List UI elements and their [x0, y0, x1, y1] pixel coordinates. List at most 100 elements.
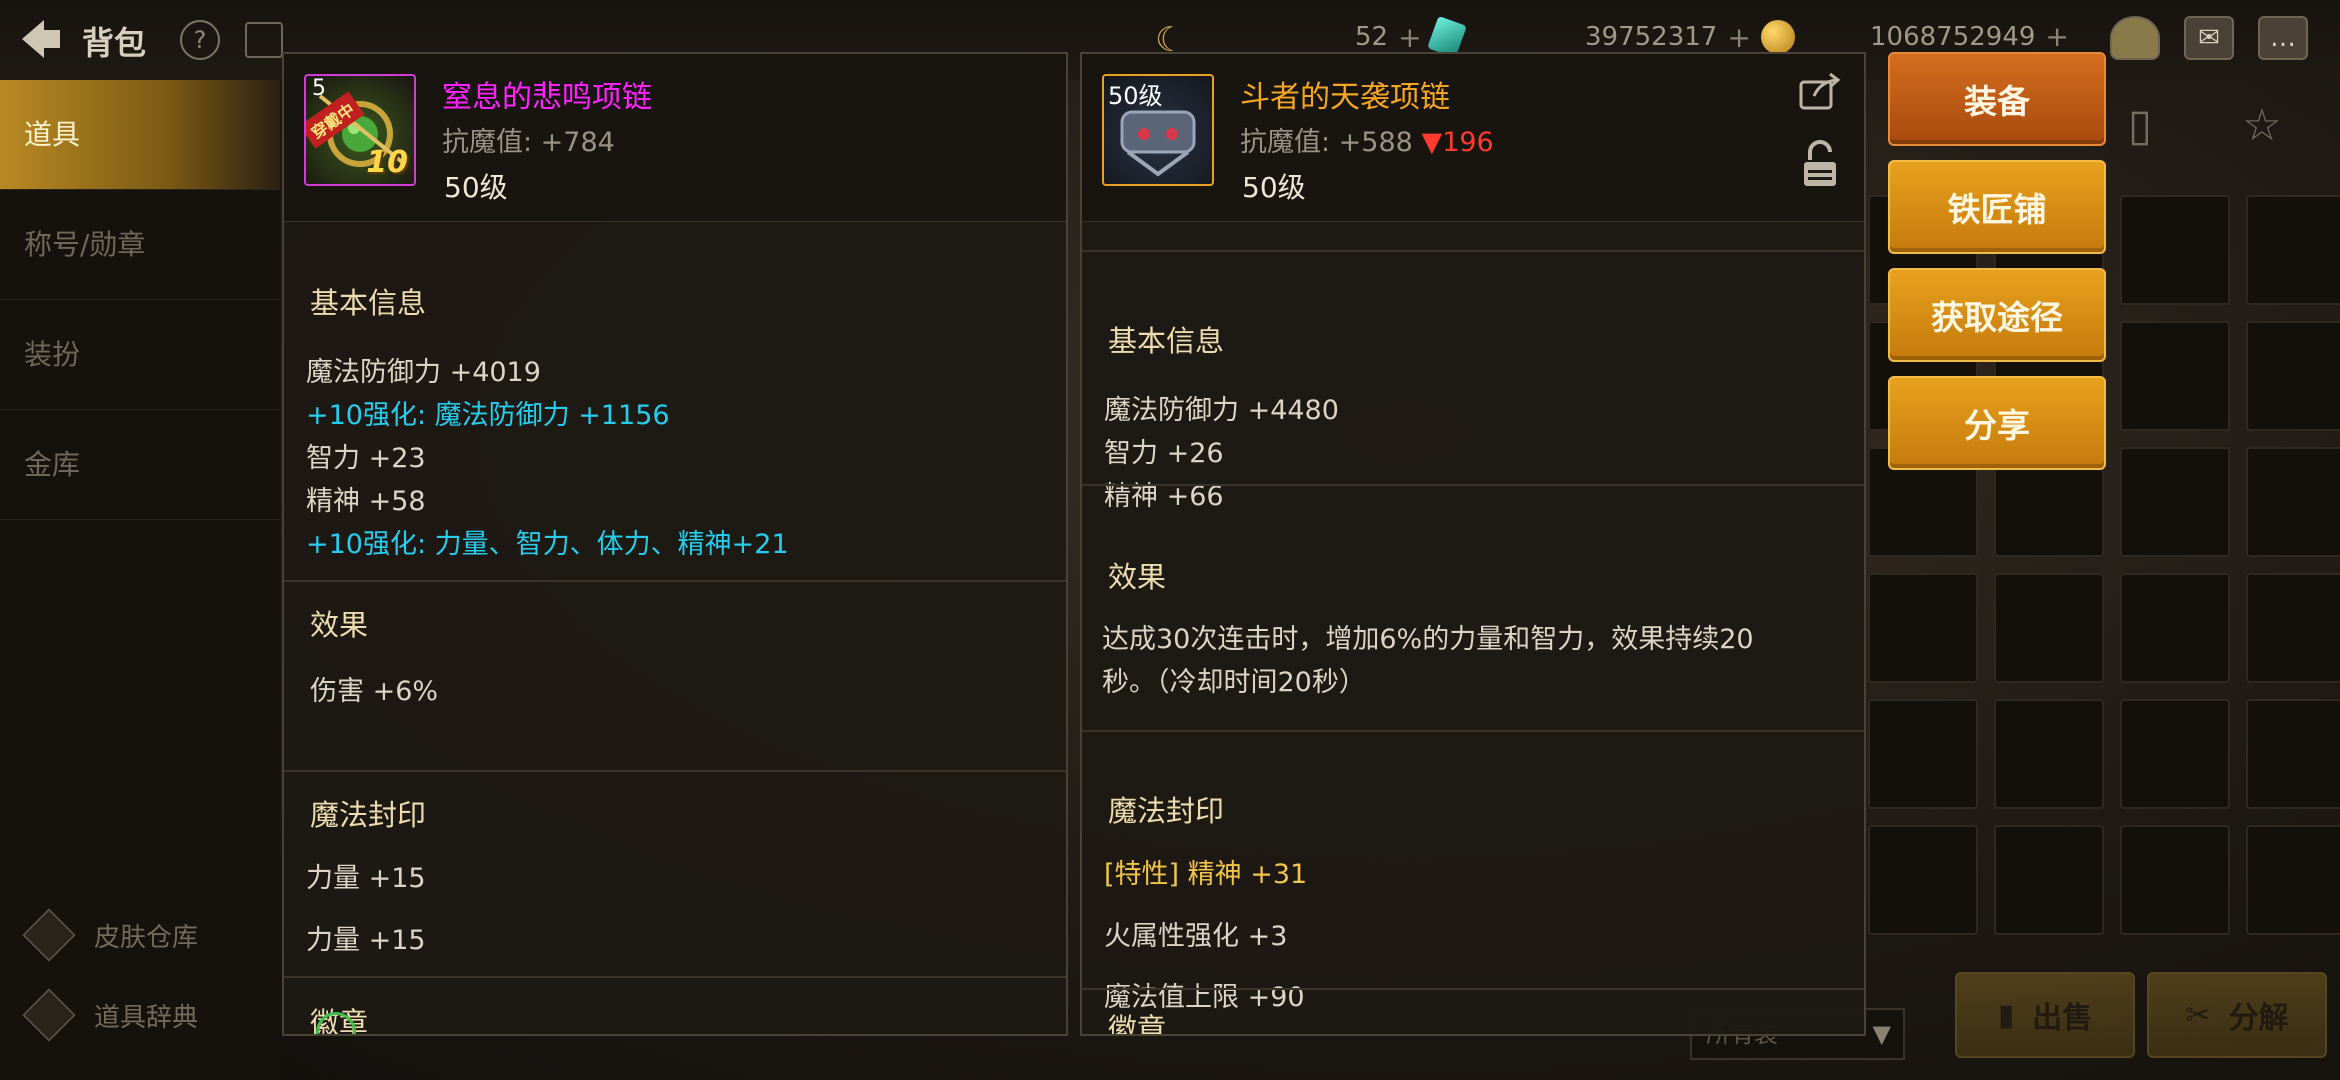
inventory-slot[interactable] [2120, 699, 2230, 809]
effect-section-divider [1082, 484, 1864, 486]
bag-icon[interactable] [2110, 16, 2160, 60]
inventory-slot[interactable] [2246, 573, 2340, 683]
item-icon: 5 穿戴中 10 [304, 74, 416, 186]
help-icon[interactable]: ? [180, 20, 220, 60]
back-arrow-icon[interactable] [14, 14, 64, 64]
inventory-slot[interactable] [2120, 195, 2230, 305]
inventory-slot[interactable] [2246, 195, 2340, 305]
item-name: 窒息的悲鸣项链 [442, 80, 652, 115]
obtain-route-button-label: 获取途径 [1931, 298, 2063, 337]
tooltip-header: 5 穿戴中 10 窒息的悲鸣项链 抗魔值: +784 50级 [284, 54, 1066, 222]
enhance-stat-line: +10强化: 力量、智力、体力、精神+21 [306, 529, 789, 560]
stat-line: 精神 +66 [1104, 481, 1224, 512]
sidebar-item-label: 装扮 [24, 338, 81, 371]
inventory-slot[interactable] [2120, 573, 2230, 683]
currency-1-value[interactable]: 52 + [1355, 15, 1467, 59]
seal-section-divider [284, 770, 1066, 772]
inventory-slot[interactable] [1868, 573, 1978, 683]
disassemble-icon: ✂ [2185, 997, 2211, 1033]
effect-text: 伤害 +6% [310, 676, 439, 707]
equip-button[interactable]: 装备 [1888, 52, 2106, 146]
gold-coin-icon [1760, 20, 1795, 54]
share-button[interactable]: 分享 [1888, 376, 2106, 470]
inventory-slot[interactable] [1994, 573, 2104, 683]
sidebar-item-items[interactable]: 道具 [0, 80, 280, 190]
stat-line: 魔法防御力 +4480 [1104, 395, 1339, 426]
inventory-slot[interactable] [1868, 699, 1978, 809]
item-dictionary-label: 道具辞典 [94, 1002, 199, 1033]
share-icon[interactable] [1798, 72, 1842, 112]
inventory-slot[interactable] [2246, 825, 2340, 935]
seal-line-trait: [特性] 精神 +31 [1104, 859, 1308, 890]
basic-info-title: 基本信息 [1108, 324, 1225, 358]
enhance-stat-line: +10强化: 魔法防御力 +1156 [306, 400, 670, 431]
unlock-icon[interactable] [1802, 140, 1838, 188]
stat-line: 智力 +26 [1104, 438, 1224, 469]
item-level: 50级 [1242, 171, 1306, 204]
inventory-slot[interactable] [2246, 321, 2340, 431]
share-button-label: 分享 [1964, 406, 2030, 445]
sell-button-label: 出售 [2032, 1001, 2093, 1036]
sell-button[interactable]: ▮ 出售 [1955, 972, 2135, 1058]
currency-2-value[interactable]: 39752317 + [1585, 20, 1795, 54]
inventory-slot[interactable] [1994, 825, 2104, 935]
basic-info-title: 基本信息 [310, 286, 427, 320]
item-icon-level: 50级 [1108, 82, 1163, 110]
disassemble-button[interactable]: ✂ 分解 [2147, 972, 2327, 1058]
basic-info-divider [1082, 250, 1864, 252]
chat-icon[interactable]: … [2258, 16, 2308, 60]
effect-title: 效果 [1108, 560, 1167, 594]
sell-icon: ▮ [1997, 997, 2015, 1033]
stat-line: 魔法防御力 +4019 [306, 357, 541, 388]
currency-1-amount: 52 [1355, 22, 1389, 52]
emblem-section-divider [284, 976, 1066, 978]
effect-section-divider [284, 580, 1066, 582]
add-currency-3-icon[interactable]: + [2045, 20, 2068, 53]
magic-resist-row: 抗魔值: +588 ▼196 [1240, 120, 1494, 159]
mail-icon[interactable]: ✉ [2184, 16, 2234, 60]
emblem-title: 徽章 [1108, 1012, 1167, 1036]
inventory-tab-star-icon[interactable]: ☆ [2232, 100, 2292, 160]
inventory-slot[interactable] [2120, 447, 2230, 557]
inventory-slot[interactable] [2246, 447, 2340, 557]
currency-3-value[interactable]: 1068752949 + [1870, 20, 2069, 53]
blacksmith-button[interactable]: 铁匠铺 [1888, 160, 2106, 254]
chevron-down-icon: ▼ [1872, 1020, 1891, 1048]
seal-title: 魔法封印 [310, 798, 427, 832]
disassemble-button-label: 分解 [2228, 1001, 2289, 1036]
sidebar-item-vault[interactable]: 金库 [0, 410, 280, 520]
enhance-level-badge: 10 [366, 145, 408, 180]
info-panel-icon[interactable] [245, 22, 283, 58]
blacksmith-button-label: 铁匠铺 [1947, 190, 2047, 229]
inventory-slot[interactable] [1868, 825, 1978, 935]
resist-decrease: ▼196 [1421, 127, 1494, 158]
sidebar: 道具 称号/勋章 装扮 金库 皮肤仓库 道具辞典 [0, 80, 280, 1080]
sidebar-item-titles[interactable]: 称号/勋章 [0, 190, 280, 300]
add-currency-2-icon[interactable]: + [1727, 21, 1750, 54]
skin-storage-link[interactable]: 皮肤仓库 [22, 908, 199, 962]
currency-3-amount: 1068752949 [1870, 21, 2036, 52]
inventory-slot[interactable] [2246, 699, 2340, 809]
skin-storage-label: 皮肤仓库 [94, 922, 199, 953]
item-name: 斗者的天袭项链 [1240, 80, 1450, 115]
seal-line: 火属性强化 +3 [1104, 921, 1288, 952]
sidebar-item-label: 称号/勋章 [24, 228, 146, 261]
item-level: 50级 [444, 171, 508, 204]
item-dictionary-icon [22, 988, 76, 1042]
skin-storage-icon [22, 908, 76, 962]
item-dictionary-link[interactable]: 道具辞典 [22, 988, 199, 1042]
seal-line: 力量 +15 [306, 925, 426, 956]
currency-2-amount: 39752317 [1585, 22, 1718, 52]
obtain-route-button[interactable]: 获取途径 [1888, 268, 2106, 362]
inventory-slot[interactable] [2120, 825, 2230, 935]
seal-line: 力量 +15 [306, 863, 426, 894]
compare-item-tooltip: 50级 斗者的天袭项链 抗魔值: +588 ▼196 50级 基本信息 魔法防御… [1080, 52, 1866, 1036]
emblem-section-divider [1082, 988, 1864, 990]
inventory-slot[interactable] [1994, 699, 2104, 809]
sidebar-item-label: 道具 [24, 118, 81, 151]
add-currency-1-icon[interactable]: + [1398, 21, 1421, 54]
inventory-slot[interactable] [2120, 321, 2230, 431]
sidebar-item-costume[interactable]: 装扮 [0, 300, 280, 410]
inventory-tab-scroll-icon[interactable]: ▯ [2110, 100, 2170, 160]
seal-section-divider [1082, 730, 1864, 732]
